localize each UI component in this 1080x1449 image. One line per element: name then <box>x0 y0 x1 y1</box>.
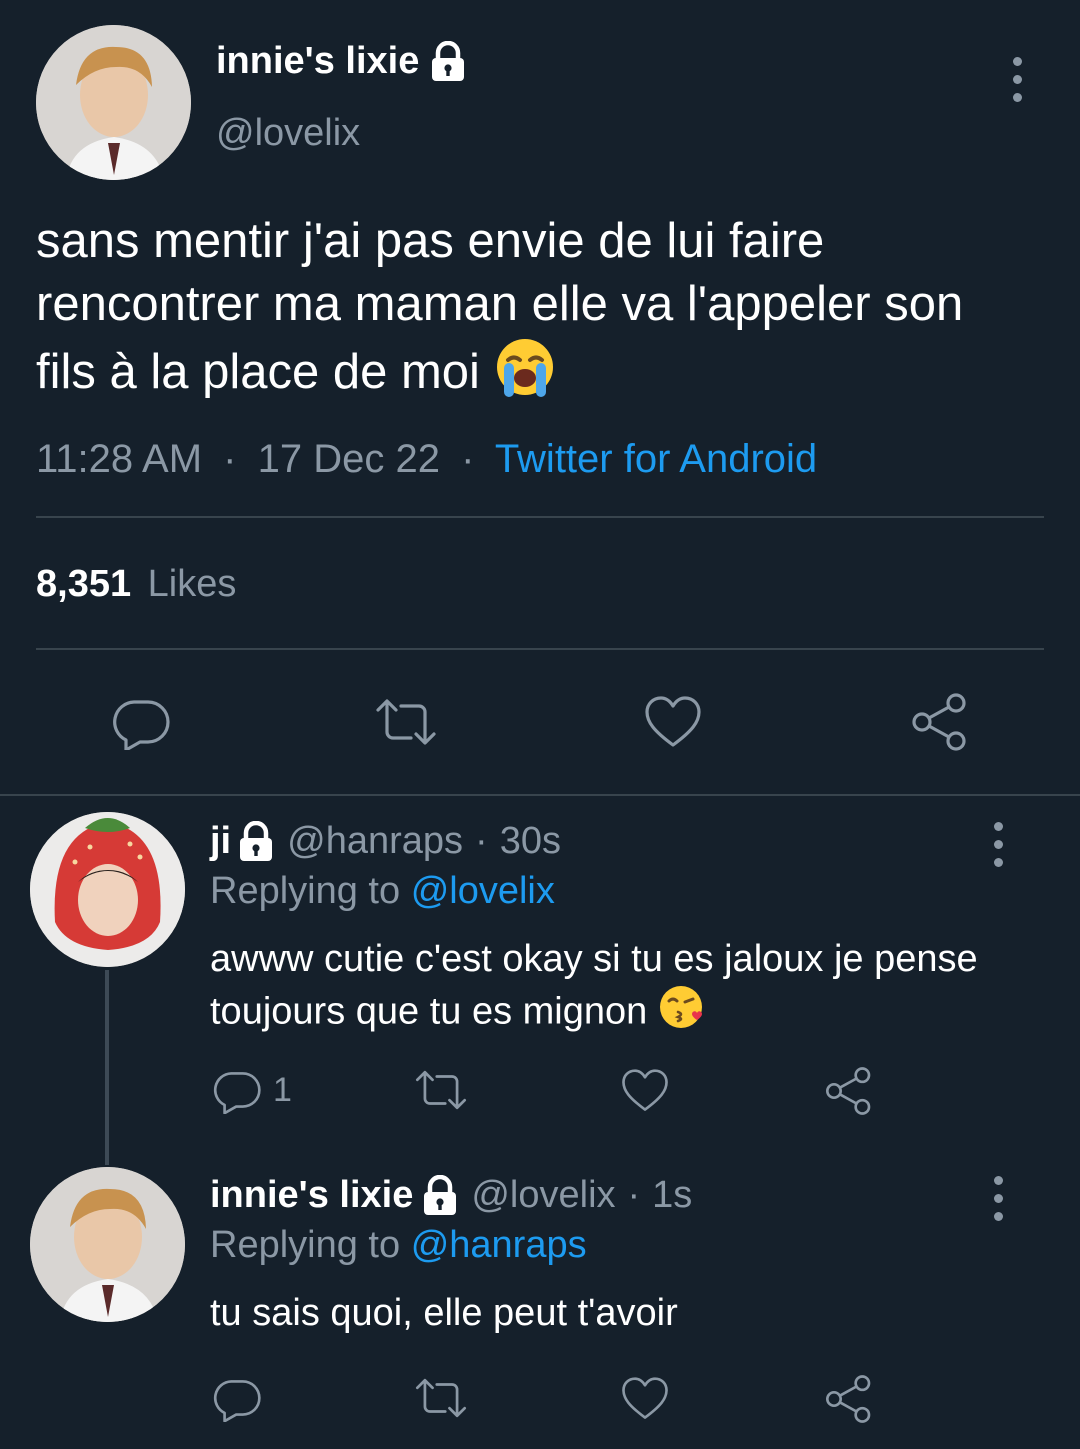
divider <box>36 648 1044 650</box>
reply-icon[interactable] <box>213 1066 261 1114</box>
reply-action[interactable]: 1 <box>213 1066 292 1114</box>
share-icon[interactable] <box>910 692 970 752</box>
divider <box>36 516 1044 518</box>
avatar-image <box>30 812 185 967</box>
reply-text-body: awww cutie c'est okay si tu es jaloux je… <box>210 938 978 1033</box>
divider <box>0 794 1080 796</box>
reply-age: 30s <box>499 820 561 862</box>
replying-to: Replying to @hanraps <box>210 1224 587 1267</box>
tweet-text: sans mentir j'ai pas envie de lui faire … <box>36 210 1036 414</box>
reply-display-name[interactable]: ji <box>210 820 231 863</box>
replying-to-mention[interactable]: @hanraps <box>411 1224 587 1266</box>
author-handle[interactable]: @lovelix <box>216 112 360 155</box>
retweet-icon[interactable] <box>412 1376 470 1420</box>
reply-text: awww cutie c'est okay si tu es jaloux je… <box>210 935 1040 1043</box>
replying-to-label: Replying to <box>210 1224 401 1266</box>
meta-separator: · <box>475 820 488 862</box>
reply-text: tu sais quoi, elle peut t'avoir <box>210 1292 678 1334</box>
share-icon[interactable] <box>824 1066 874 1116</box>
reply-count: 1 <box>273 1070 292 1109</box>
reply-avatar[interactable] <box>30 812 185 967</box>
thread-line <box>105 970 109 1165</box>
loudly-crying-face-emoji <box>494 336 556 414</box>
author-display-name[interactable]: innie's lixie <box>216 40 419 83</box>
replying-to-label: Replying to <box>210 870 401 912</box>
replying-to-mention[interactable]: @lovelix <box>411 870 555 912</box>
reply-display-name[interactable]: innie's lixie <box>210 1174 413 1217</box>
likes-count: 8,351 <box>36 563 132 605</box>
replying-to: Replying to @lovelix <box>210 870 555 913</box>
meta-separator: · <box>461 437 475 481</box>
like-icon[interactable] <box>644 695 702 749</box>
likes-label: Likes <box>147 563 237 605</box>
reply-age: 1s <box>652 1174 693 1216</box>
reply-handle[interactable]: @hanraps <box>287 820 463 863</box>
author-avatar[interactable] <box>36 25 191 180</box>
tweet-meta: 11:28 AM · 17 Dec 22 · Twitter for Andro… <box>36 437 817 482</box>
meta-separator: · <box>627 1174 641 1216</box>
meta-separator: · <box>223 437 237 481</box>
retweet-icon[interactable] <box>412 1068 470 1112</box>
retweet-icon[interactable] <box>372 696 440 748</box>
reply-icon[interactable] <box>112 694 170 750</box>
lock-icon <box>240 820 273 861</box>
tweet-time: 11:28 AM <box>36 437 203 481</box>
avatar-image <box>30 1167 185 1322</box>
reply-handle[interactable]: @lovelix <box>471 1174 615 1217</box>
like-icon[interactable] <box>621 1376 669 1421</box>
more-options-icon[interactable] <box>993 822 1003 867</box>
more-options-icon[interactable] <box>1012 57 1022 102</box>
likes-stat[interactable]: 8,351 Likes <box>36 563 236 606</box>
lock-icon <box>432 40 465 81</box>
kissing-face-emoji <box>658 984 704 1043</box>
avatar-image <box>36 25 191 180</box>
tweet-date: 17 Dec 22 <box>257 437 440 481</box>
lock-icon <box>424 1174 457 1215</box>
reply-avatar[interactable] <box>30 1167 185 1322</box>
share-icon[interactable] <box>824 1374 874 1424</box>
reply-icon[interactable] <box>213 1374 261 1422</box>
tweet-source-link[interactable]: Twitter for Android <box>495 437 817 481</box>
like-icon[interactable] <box>621 1068 669 1113</box>
more-options-icon[interactable] <box>993 1176 1003 1221</box>
